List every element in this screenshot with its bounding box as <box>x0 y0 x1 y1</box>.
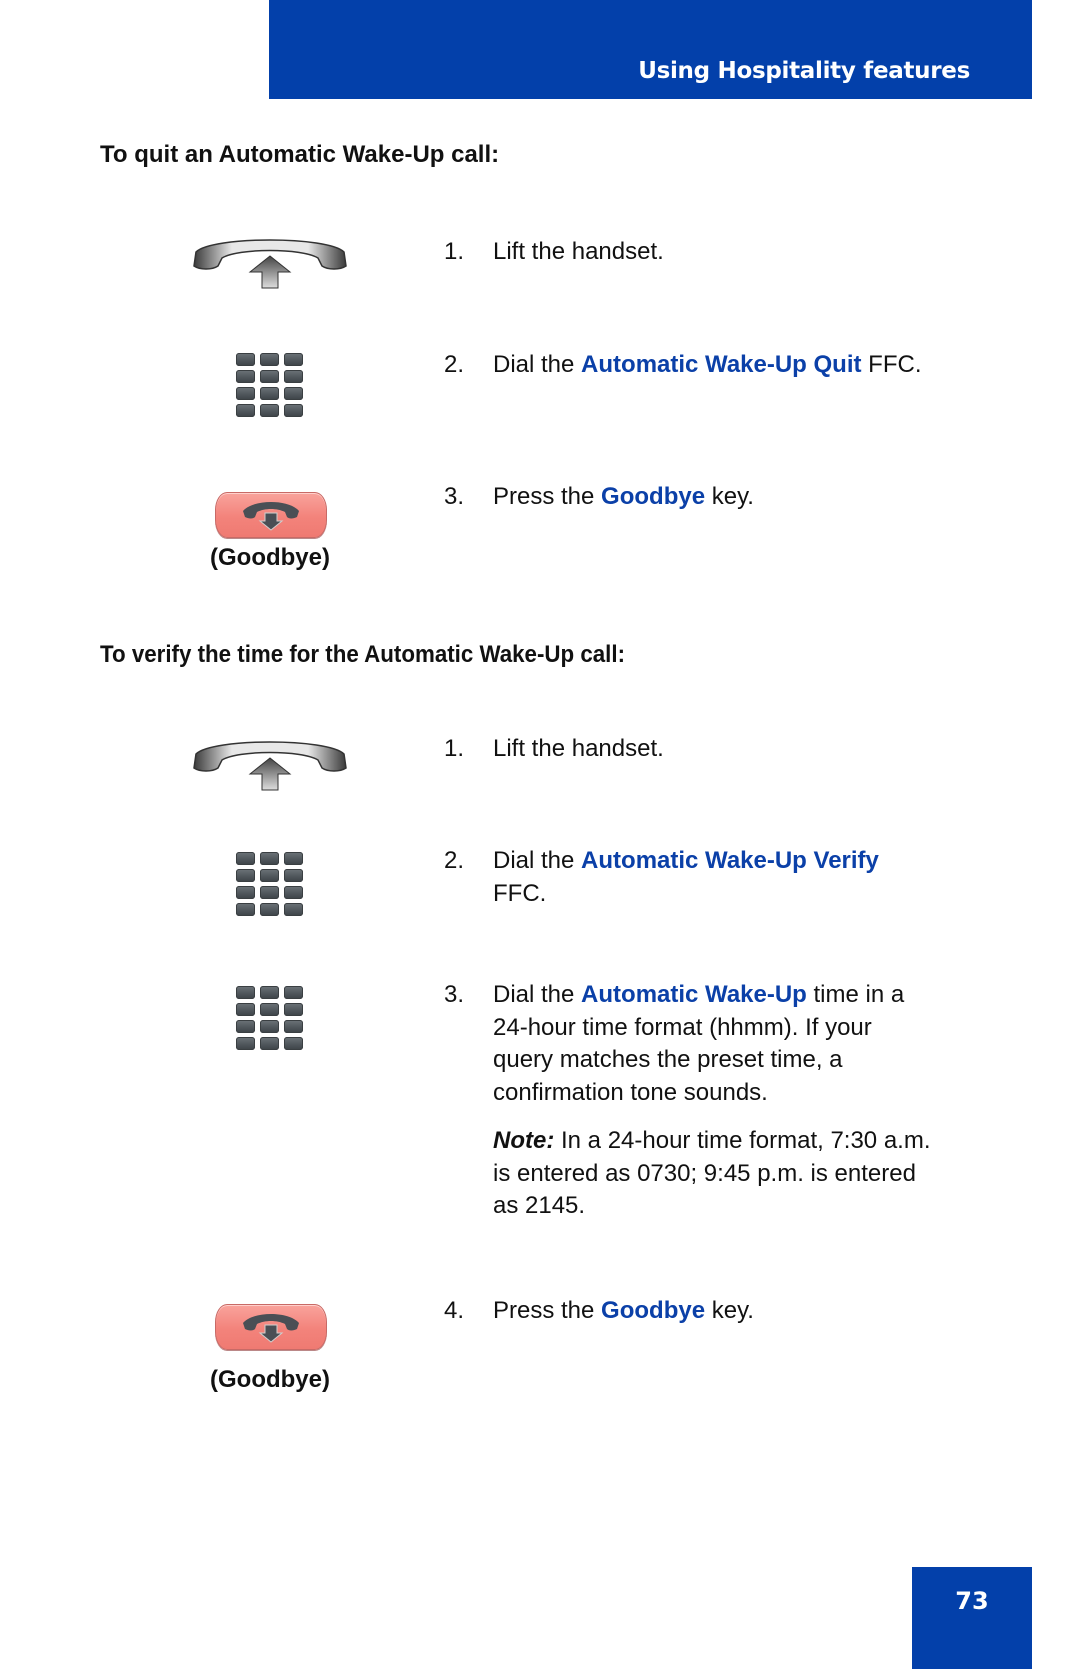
step-text: Lift the handset. <box>493 735 664 762</box>
note-label: Note: <box>493 1127 555 1154</box>
section-heading-quit: To quit an Automatic Wake-Up call: <box>100 141 500 168</box>
step-number: 2. <box>444 351 465 378</box>
step-text: FFC. <box>861 351 922 378</box>
step-number: 3. <box>444 483 465 510</box>
dialpad-icon <box>236 986 304 1052</box>
step-text: Dial the <box>493 847 582 874</box>
note: Note: In a 24-hour time format, 7:30 a.m… <box>493 1125 934 1223</box>
key-name: Goodbye <box>601 1297 706 1324</box>
verify-step-3: 3. Dial the Automatic Wake-Up time in a … <box>444 979 934 1223</box>
section-title: Using Hospitality features <box>638 58 970 84</box>
step-text: Dial the <box>493 981 582 1008</box>
dialpad-icon <box>236 353 304 419</box>
page-number-box: 73 <box>912 1567 1032 1669</box>
section-heading-verify: To verify the time for the Automatic Wak… <box>100 641 626 668</box>
goodbye-key-label: (Goodbye) <box>210 1366 330 1393</box>
step-number: 4. <box>444 1297 465 1324</box>
ffc-name: Automatic Wake-Up Quit <box>581 351 862 378</box>
quit-step-2: 2. Dial the Automatic Wake-Up Quit FFC. <box>444 349 1004 382</box>
ffc-name: Automatic Wake-Up <box>581 981 807 1008</box>
dialpad-icon <box>236 852 304 918</box>
hang-up-icon <box>243 1314 299 1343</box>
handset-lift-icon <box>193 239 347 289</box>
header-band: Using Hospitality features <box>269 0 1032 99</box>
note-text: In a 24-hour time format, 7:30 a.m. is e… <box>493 1127 931 1219</box>
step-number: 1. <box>444 238 465 265</box>
quit-step-1: 1. Lift the handset. <box>444 236 944 269</box>
handset-lift-icon <box>193 741 347 791</box>
verify-step-1: 1. Lift the handset. <box>444 733 944 766</box>
ffc-name: Automatic Wake-Up Verify <box>581 847 879 874</box>
step-number: 2. <box>444 847 465 874</box>
step-text: Dial the <box>493 351 582 378</box>
goodbye-key-icon <box>215 492 327 538</box>
goodbye-key-icon <box>215 1304 327 1350</box>
step-text: key. <box>705 483 754 510</box>
key-name: Goodbye <box>601 483 706 510</box>
verify-step-4: 4. Press the Goodbye key. <box>444 1295 944 1328</box>
step-text: Press the <box>493 1297 602 1324</box>
goodbye-key-label: (Goodbye) <box>210 544 330 571</box>
hang-up-icon <box>243 502 299 531</box>
page-number: 73 <box>955 1587 989 1615</box>
step-number: 1. <box>444 735 465 762</box>
step-number: 3. <box>444 981 465 1008</box>
step-text: Lift the handset. <box>493 238 664 265</box>
quit-step-3: 3. Press the Goodbye key. <box>444 481 944 514</box>
verify-step-2: 2. Dial the Automatic Wake-Up Verify FFC… <box>444 845 934 910</box>
step-text: FFC. <box>493 879 547 907</box>
step-text: key. <box>705 1297 754 1324</box>
step-text: Press the <box>493 483 602 510</box>
